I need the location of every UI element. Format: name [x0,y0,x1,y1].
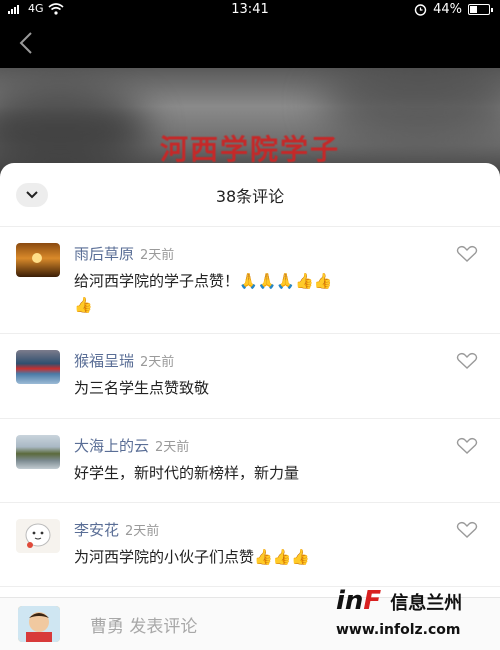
comment-text: 给河西学院的学子点赞！🙏🙏🙏👍👍 👍 [74,269,444,317]
watermark-logo-cn: 信息兰州 [390,593,463,614]
comments-count-title: 38条评论 [215,187,285,206]
comment-item: 猴福呈瑞 2天前 为三名学生点赞致敬 [0,334,500,419]
heart-outline-icon[interactable] [456,521,478,539]
comment-item: 大海上的云 2天前 好学生，新时代的新榜样，新力量 [0,419,500,503]
avatar[interactable] [16,519,60,553]
heart-outline-icon[interactable] [456,352,478,370]
comment-item: 李安花 2天前 为河西学院的小伙子们点赞👍👍👍 [0,503,500,587]
heart-outline-icon[interactable] [456,437,478,455]
status-bar: 4G 13:41 44% [0,0,500,20]
top-nav [0,20,500,68]
avatar [18,606,60,642]
battery-icon [468,4,493,15]
battery-percent: 44% [433,2,462,17]
comment-header: 大海上的云 2天前 [74,435,189,456]
watermark-logo: inF 信息兰州 [336,586,462,616]
comment-text-line: 给河西学院的学子点赞！🙏🙏🙏👍👍 [74,272,333,290]
comments-panel: 38条评论 雨后草原 2天前 给河西学院的学子点赞！🙏🙏🙏👍👍 👍 猴福呈瑞 2… [0,163,500,650]
avatar[interactable] [16,350,60,384]
alarm-icon [414,4,427,16]
comment-username[interactable]: 雨后草原 [74,243,134,264]
comment-header: 猴福呈瑞 2天前 [74,350,174,371]
watermark: inF 信息兰州 www.infolz.com [336,586,496,646]
watermark-logo-in: in [336,586,364,616]
battery-level [470,6,478,13]
watermark-logo-f: F [363,586,382,616]
avatar[interactable] [16,243,60,277]
comment-time: 2天前 [125,524,160,539]
comment-input[interactable]: 曹勇 发表评论 [90,612,197,637]
comment-text-line: 👍 [74,296,93,314]
avatar[interactable] [16,435,60,469]
comment-username[interactable]: 李安花 [74,519,119,540]
comment-text: 好学生，新时代的新榜样，新力量 [74,464,300,482]
chevron-left-icon[interactable] [14,30,40,56]
heart-outline-icon[interactable] [456,245,478,263]
comment-username[interactable]: 猴福呈瑞 [74,350,134,371]
comment-item: 雨后草原 2天前 给河西学院的学子点赞！🙏🙏🙏👍👍 👍 [0,227,500,334]
comment-time: 2天前 [140,355,175,370]
video-title: 河西学院学子 [159,133,340,166]
status-right: 44% [414,2,493,17]
comment-username[interactable]: 大海上的云 [74,435,149,456]
comment-header: 李安花 2天前 [74,519,159,540]
comment-time: 2天前 [155,440,190,455]
watermark-url: www.infolz.com [336,622,461,638]
comments-header: 38条评论 [0,163,500,227]
video-preview: 河西学院学子 [0,68,500,178]
comment-text: 为河西学院的小伙子们点赞👍👍👍 [74,548,311,566]
comment-text: 为三名学生点赞致敬 [74,379,210,397]
comment-header: 雨后草原 2天前 [74,243,174,264]
comment-time: 2天前 [140,248,175,263]
